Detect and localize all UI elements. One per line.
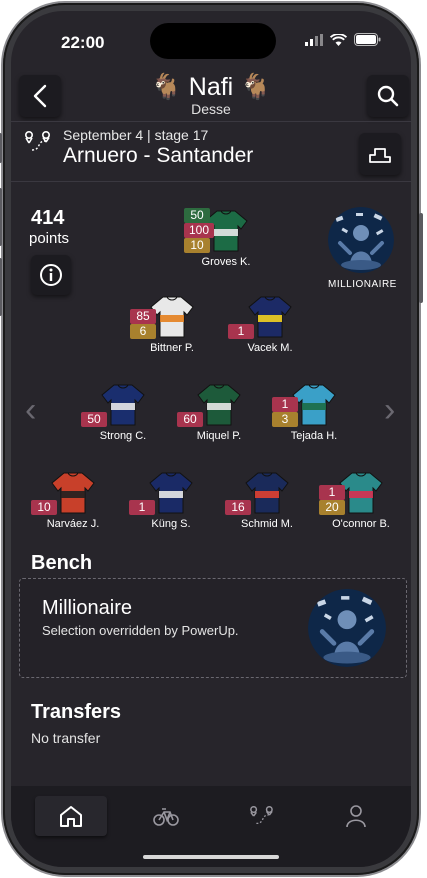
rider-card[interactable]: Narváez J. 10 bbox=[25, 471, 121, 530]
points-badge: 6 bbox=[130, 324, 156, 339]
volume-up-button bbox=[0, 188, 2, 246]
points-badge: 60 bbox=[177, 412, 203, 427]
points-label: points bbox=[29, 230, 70, 247]
rider-card[interactable]: Miquel P. 60 bbox=[171, 383, 267, 442]
points-badge: 100 bbox=[184, 223, 215, 238]
wifi-icon bbox=[330, 33, 347, 46]
rider-card[interactable]: Bittner P. 85 6 bbox=[124, 295, 220, 354]
team-owner: Desse bbox=[191, 101, 231, 117]
podium-button[interactable] bbox=[359, 133, 401, 175]
rider-card[interactable]: Schmid M. 16 bbox=[219, 471, 315, 530]
points-badge: 20 bbox=[319, 500, 345, 515]
podium-icon bbox=[369, 148, 391, 163]
transfers-description: No transfer bbox=[31, 730, 101, 746]
app-screen: 22:00 🐐 Nafi 🐐 Desse September 4 | stage… bbox=[11, 11, 411, 867]
points-badge: 1 bbox=[319, 485, 345, 500]
tab-stages[interactable] bbox=[225, 796, 297, 836]
rider-card[interactable]: Strong C. 50 bbox=[75, 383, 171, 442]
prev-arrow[interactable]: ‹ bbox=[25, 391, 36, 430]
dynamic-island bbox=[150, 23, 276, 59]
bench-title: Bench bbox=[31, 552, 93, 574]
phone-frame: 22:00 🐐 Nafi 🐐 Desse September 4 | stage… bbox=[0, 3, 423, 875]
tab-profile[interactable] bbox=[320, 796, 392, 836]
signal-icon bbox=[305, 33, 323, 46]
home-indicator bbox=[143, 855, 279, 859]
rider-name: Strong C. bbox=[99, 430, 147, 442]
rider-card[interactable]: Küng S. 1 bbox=[123, 471, 219, 530]
home-icon bbox=[60, 806, 82, 827]
power-button bbox=[419, 213, 423, 303]
search-icon bbox=[377, 85, 399, 107]
tab-race[interactable] bbox=[130, 796, 202, 836]
rider-name: Bittner P. bbox=[150, 342, 194, 354]
info-icon bbox=[40, 264, 62, 286]
volume-down-button bbox=[0, 258, 2, 316]
points-badge: 50 bbox=[81, 412, 107, 427]
rider-card[interactable]: Groves K. 50 100 10 bbox=[178, 208, 274, 268]
rider-name: Schmid M. bbox=[241, 518, 293, 530]
rider-name: Küng S. bbox=[151, 518, 191, 530]
bench-description: Selection overridden by PowerUp. bbox=[42, 623, 239, 638]
status-time: 22:00 bbox=[61, 33, 105, 52]
bench-name: Millionaire bbox=[42, 597, 133, 619]
status-bar: 22:00 bbox=[11, 11, 411, 77]
info-button[interactable] bbox=[31, 255, 71, 295]
profile-icon bbox=[346, 805, 366, 828]
bench-card[interactable]: Millionaire Selection overridden by Powe… bbox=[19, 578, 407, 678]
silent-switch bbox=[0, 133, 2, 163]
route-pin-icon[interactable] bbox=[23, 129, 51, 155]
rider-name: Tejada H. bbox=[290, 430, 338, 442]
status-icons bbox=[305, 33, 381, 46]
millionaire-illustration bbox=[328, 207, 394, 273]
search-button[interactable] bbox=[367, 75, 409, 117]
points-badge: 1 bbox=[228, 324, 254, 339]
points-badge: 85 bbox=[130, 309, 156, 324]
points-badge: 50 bbox=[184, 208, 210, 223]
route-icon bbox=[250, 806, 273, 825]
rider-card[interactable]: Vacek M. 1 bbox=[222, 295, 318, 354]
points-badge: 10 bbox=[31, 500, 57, 515]
millionaire-illustration bbox=[308, 589, 386, 667]
bicycle-icon bbox=[153, 808, 179, 826]
battery-icon bbox=[354, 33, 381, 46]
stage-date: September 4 | stage 17 bbox=[63, 127, 209, 143]
points-badge: 1 bbox=[272, 397, 298, 412]
powerup-avatar[interactable] bbox=[328, 207, 394, 273]
rider-name: Miquel P. bbox=[196, 430, 242, 442]
rider-card[interactable]: O'connor B. 1 20 bbox=[313, 471, 409, 530]
stage-divider bbox=[11, 181, 411, 182]
rider-card[interactable]: Tejada H. 1 3 bbox=[266, 383, 362, 442]
next-arrow[interactable]: › bbox=[384, 391, 395, 430]
stage-route: Arnuero - Santander bbox=[63, 144, 254, 167]
rider-name: Narváez J. bbox=[46, 518, 100, 530]
points-badge: 10 bbox=[184, 238, 210, 253]
rider-name: Vacek M. bbox=[247, 342, 293, 354]
transfers-title: Transfers bbox=[31, 701, 122, 723]
powerup-label: MILLIONAIRE bbox=[328, 279, 397, 290]
points-badge: 1 bbox=[129, 500, 155, 515]
tab-home[interactable] bbox=[35, 796, 107, 836]
bench-powerup-avatar bbox=[308, 589, 386, 667]
rider-name: O'connor B. bbox=[332, 518, 390, 530]
points-badge: 16 bbox=[225, 500, 251, 515]
points-value: 414 bbox=[31, 207, 65, 229]
rider-name: Groves K. bbox=[201, 256, 251, 268]
header-divider bbox=[11, 121, 411, 122]
points-badge: 3 bbox=[272, 412, 298, 427]
team-name: 🐐 Nafi 🐐 bbox=[150, 73, 272, 101]
